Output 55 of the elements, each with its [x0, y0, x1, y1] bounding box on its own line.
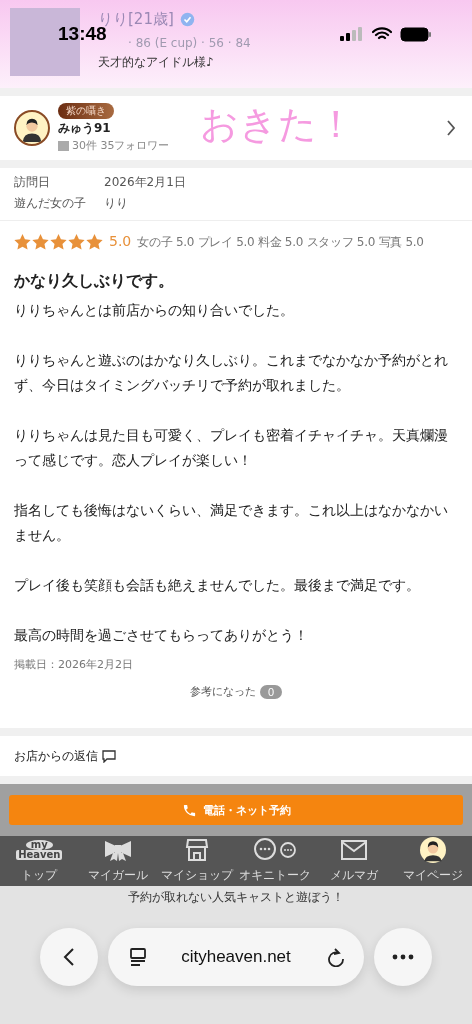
filled-star-icon [14, 234, 31, 250]
reviewer-stats: 30件 35フォロワー [72, 138, 170, 153]
posted-date: 掲載日：2026年2月2日 [14, 657, 133, 672]
filled-star-icon [50, 234, 67, 250]
chevron-right-icon [446, 120, 456, 136]
filled-star-icon [32, 234, 49, 250]
helpful-label: 参考になった [189, 684, 256, 699]
nav-tab[interactable]: マイガール [79, 835, 157, 884]
nav-tab[interactable]: マイページ [393, 835, 472, 884]
filled-star-icon [68, 234, 85, 250]
ribbon-icon [104, 838, 132, 862]
review-paragraph: りりちゃんとは前店からの知り合いでした。 [14, 301, 294, 320]
review-paragraph: りりちゃんは見た目も可愛く、プレイも密着イチャイチャ。天真爛漫って感じです。恋人プレイが楽しい！ [14, 426, 449, 470]
filled-star-icon [86, 234, 103, 250]
chevron-left-icon [63, 947, 75, 967]
site-logo: my Heaven [16, 840, 63, 860]
rating-breakdown: 女の子 5.0 プレイ 5.0 料金 5.0 スタッフ 5.0 写真 5.0 [137, 234, 424, 251]
url-text: cityheaven.net [181, 947, 291, 967]
review-paragraph: プレイ後も笑顔も会話も絶えませんでした。最後まで満足です。 [14, 576, 420, 595]
info-value: 2026年2月1日 [104, 174, 186, 191]
handwritten-annotation: おきた！ [200, 104, 355, 146]
wifi-icon [372, 27, 392, 41]
info-label: 訪問日 [14, 174, 51, 191]
speech-bubble-icon [102, 749, 116, 763]
cast-measurements: · 86 (E cup) · 56 · 84 [127, 36, 251, 50]
mail-icon [340, 840, 367, 860]
more-button[interactable] [374, 928, 432, 986]
address-bar[interactable]: cityheaven.net [108, 928, 364, 986]
back-button[interactable] [40, 928, 98, 986]
nav-tab[interactable]: マイショップ [157, 835, 236, 884]
shop-icon [184, 838, 209, 862]
nav-tab[interactable]: オキニトーク [236, 835, 315, 884]
cast-name: りり[21歳] [98, 10, 174, 28]
promo-text: 予約が取れない人気キャストと遊ぼう！ [128, 889, 344, 906]
cast-catchphrase: 天才的なアイドル様♪ [98, 54, 215, 71]
chat-bubbles-icon [252, 837, 299, 863]
avatar-icon [419, 837, 446, 863]
info-value: りり [104, 195, 128, 212]
review-paragraph: 最高の時間を過ごさせてもらってありがとう！ [14, 626, 308, 645]
shop-reply-title: お店からの返信 [14, 747, 98, 765]
battery-icon [400, 26, 432, 42]
review-paragraph: りりちゃんと遊ぶのはかなり久しぶり。これまでなかなか予約がとれず、今日はタイミングバッチリで予約が取れました。 [14, 351, 449, 395]
rating-score: 5.0 [109, 233, 132, 249]
signal-icon [340, 27, 364, 41]
review-paragraph: 指名しても後悔はないくらい、満足できます。これ以上はなかなかいません。 [14, 501, 449, 545]
reviewer-rank-badge: 紫の囁き [58, 103, 114, 119]
review-title: かなり久しぶりです。 [14, 271, 174, 292]
phone-icon [181, 802, 197, 818]
avatar-icon [14, 110, 50, 146]
nav-tab[interactable]: my Heaven トップ [0, 835, 79, 884]
nav-tab[interactable]: メルマガ [314, 835, 393, 884]
reviewer-name: みゅう91 [58, 120, 111, 137]
tabs-icon [128, 947, 148, 967]
more-icon [392, 954, 414, 960]
info-label: 遊んだ女の子 [14, 195, 87, 212]
